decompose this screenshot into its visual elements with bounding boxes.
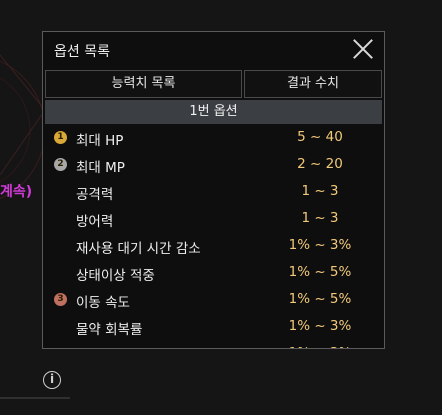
stat-name: 최대 HP <box>76 133 124 149</box>
table-row: 2 최대 MP 2 ~ 20 <box>43 151 384 178</box>
stat-value: 1% ~ 3% <box>288 237 352 253</box>
stat-value: 5 ~ 40 <box>297 129 343 145</box>
info-icon[interactable]: i <box>43 371 61 389</box>
option-list-dialog: 옵션 목록 능력치 목록 결과 수치 1번 옵션 1 최대 HP 5 ~ 40 2 최대… <box>42 31 385 349</box>
rank-badge-icon: 2 <box>54 158 67 171</box>
stat-value: 1% ~ 3% <box>288 318 352 334</box>
section-header: 1번 옵션 <box>45 100 382 124</box>
table-header: 능력치 목록 결과 수치 <box>45 70 382 98</box>
table-row: 경험치 추가 획득 1% ~ 3% <box>43 340 384 348</box>
table-row: 방어력 1 ~ 3 <box>43 205 384 232</box>
dialog-title: 옵션 목록 <box>54 44 110 60</box>
stat-value: 1 ~ 3 <box>301 210 339 226</box>
stat-name: 재사용 대기 시간 감소 <box>76 241 201 257</box>
table-row: 1 최대 HP 5 ~ 40 <box>43 124 384 151</box>
stat-value: 1% ~ 5% <box>288 264 352 280</box>
stat-name: 물약 회복률 <box>76 322 143 338</box>
stat-value: 1 ~ 3 <box>301 183 339 199</box>
stat-value: 2 ~ 20 <box>297 156 343 172</box>
table-row: 공격력 1 ~ 3 <box>43 178 384 205</box>
close-icon[interactable] <box>352 38 374 60</box>
table-row: 재사용 대기 시간 감소 1% ~ 3% <box>43 232 384 259</box>
stat-name: 이동 속도 <box>76 295 130 311</box>
stat-value: 1% ~ 3% <box>265 345 375 348</box>
rank-badge-icon: 3 <box>54 293 67 306</box>
table-row: 물약 회복률 1% ~ 3% <box>43 313 384 340</box>
stat-value: 1% ~ 5% <box>288 291 352 307</box>
table-row: 상태이상 적중 1% ~ 5% <box>43 259 384 286</box>
column-header-value: 결과 수치 <box>244 70 382 98</box>
stat-name: 최대 MP <box>76 160 125 176</box>
table-row: 3 이동 속도 1% ~ 5% <box>43 286 384 313</box>
stat-name: 상태이상 적중 <box>76 268 155 284</box>
stat-name: 방어력 <box>76 214 114 230</box>
background-partial-text: 계속) <box>0 184 33 200</box>
stat-name: 경험치 추가 획득 <box>76 345 172 348</box>
stat-name: 공격력 <box>76 187 114 203</box>
column-header-stat: 능력치 목록 <box>45 70 242 98</box>
dialog-titlebar: 옵션 목록 <box>43 32 384 68</box>
option-rows[interactable]: 1 최대 HP 5 ~ 40 2 최대 MP 2 ~ 20 공격력 1 ~ 3 방어력 1 ~ 3… <box>43 124 384 348</box>
rank-badge-icon: 1 <box>54 131 67 144</box>
